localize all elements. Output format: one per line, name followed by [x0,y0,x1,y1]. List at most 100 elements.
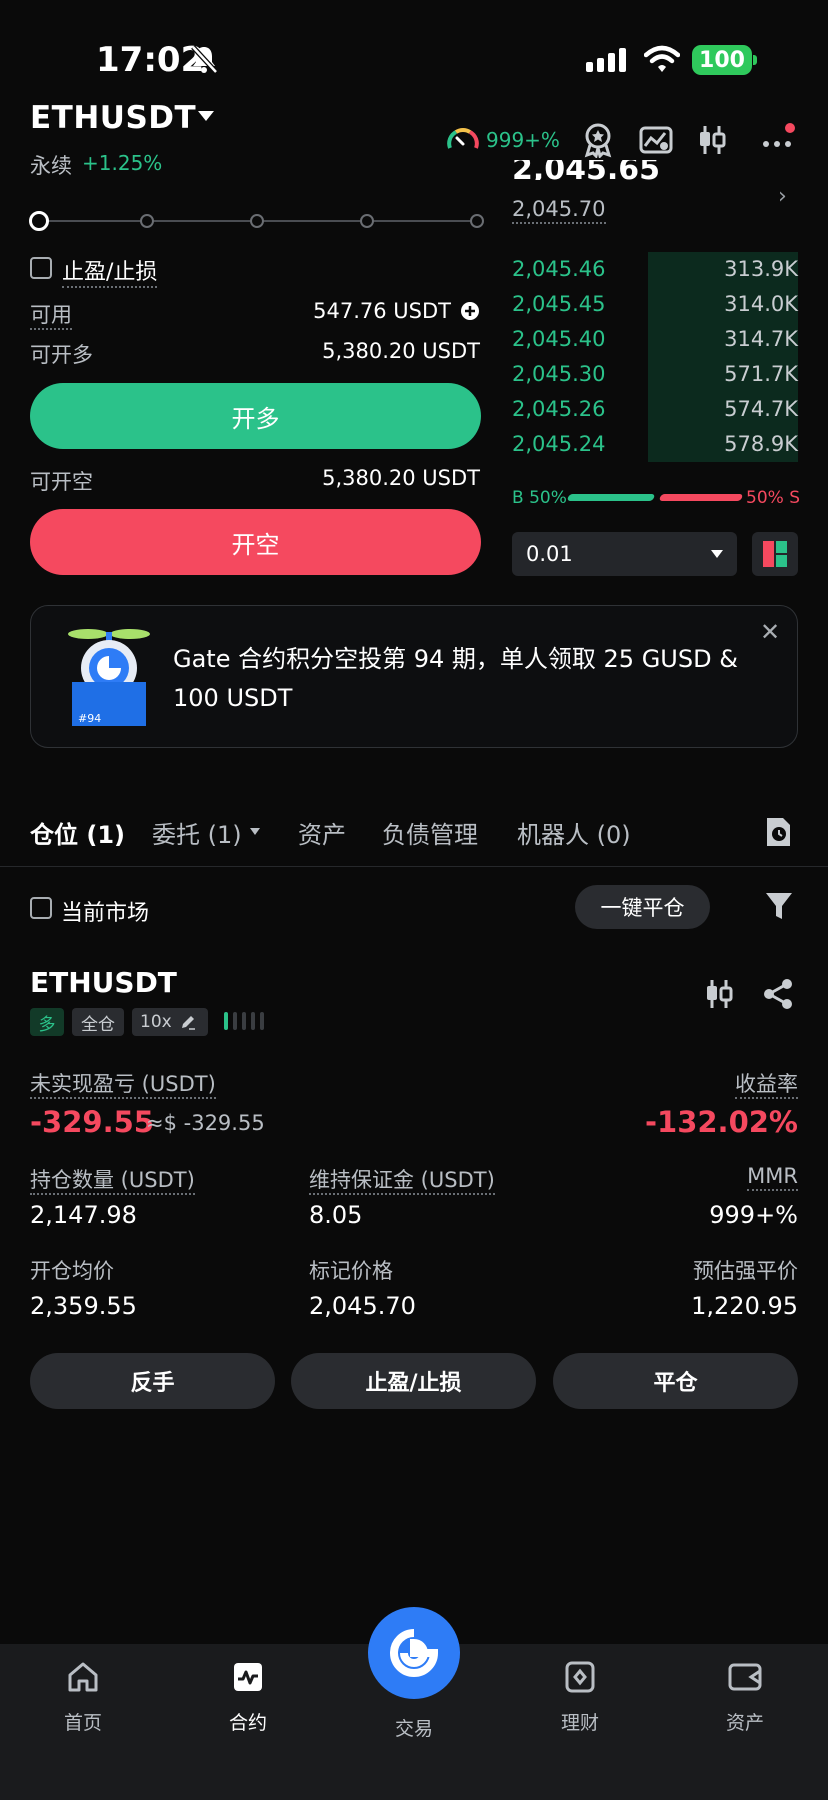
open-long-button[interactable]: 开多 [30,383,481,449]
slider-step[interactable] [140,214,154,228]
close-all-button[interactable]: 一键平仓 [575,885,710,929]
orderbook-row[interactable]: 2,045.26 574.7K [512,391,798,426]
chevron-right-icon[interactable]: › [778,184,787,209]
history-icon[interactable] [764,816,792,848]
wifi-icon [644,45,680,72]
contract-type: 永续 [30,154,72,178]
risk-level-bars [224,1012,264,1030]
orderbook-layout-button[interactable] [752,532,798,576]
nav-home[interactable]: 首页 [33,1660,133,1735]
reverse-button[interactable]: 反手 [30,1353,275,1409]
can-long-label: 可开多 [30,343,93,367]
margin-mode-badge: 全仓 [72,1008,124,1036]
layout-icon [763,541,787,567]
tab-positions[interactable]: 仓位 (1) [30,815,125,850]
risk-gauge-icon[interactable] [446,124,480,154]
bell-muted-icon [191,45,218,74]
can-short-value: 5,380.20 USDT [322,466,480,490]
close-icon[interactable]: ✕ [760,618,780,646]
mmr-value: 999+% [709,1201,798,1229]
tabs-divider [0,866,828,867]
buy-ratio-bar [566,494,656,501]
sell-ratio: 50% S [746,488,800,508]
home-icon [68,1662,98,1692]
futures-chart-icon [234,1663,262,1691]
liq-price-value: 1,220.95 [691,1292,798,1320]
unrealized-pnl-label: 未实现盈亏 (USDT) [30,1068,216,1099]
leverage-badge[interactable]: 10x [132,1008,208,1036]
maint-margin-label: 维持保证金 (USDT) [309,1164,495,1195]
edit-icon [181,1016,195,1030]
tab-liability[interactable]: 负债管理 [382,815,478,850]
entry-price-label: 开仓均价 [30,1259,114,1283]
risk-value[interactable]: 999+% [486,128,560,152]
side-badge: 多 [30,1008,64,1036]
pair-dropdown-icon[interactable] [198,111,214,121]
award-icon[interactable] [580,122,616,158]
gate-logo-icon [390,1629,438,1677]
precision-select[interactable]: 0.01 [512,532,737,576]
unrealized-pnl-usd: ≈$ -329.55 [146,1111,265,1135]
orderbook-row[interactable]: 2,045.45 314.0K [512,286,798,321]
price-change: +1.25% [82,151,163,175]
nav-futures[interactable]: 合约 [198,1660,298,1735]
orderbook-row[interactable]: 2,045.30 571.7K [512,356,798,391]
add-funds-icon[interactable] [460,301,480,321]
unrealized-pnl: -329.55 [30,1105,154,1139]
position-symbol[interactable]: ETHUSDT [30,966,177,999]
trade-fab-button[interactable] [368,1607,460,1699]
pair-title[interactable]: ETHUSDT [30,100,196,136]
sell-ratio-bar [658,494,744,501]
chevron-down-icon [711,550,723,558]
slider-step[interactable] [470,214,484,228]
nav-trade-label[interactable]: 交易 [380,1714,448,1741]
nav-earn[interactable]: 理财 [530,1660,630,1735]
mark-price-value: 2,045.70 [309,1292,416,1320]
last-price: 2,045.65 [512,160,661,180]
filter-icon[interactable] [764,890,794,922]
tpsl-checkbox[interactable] [30,257,52,279]
can-long-value: 5,380.20 USDT [322,339,480,363]
current-market-checkbox[interactable] [30,897,52,919]
mmr-label: MMR [747,1164,798,1191]
mark-price[interactable]: 2,045.70 [512,197,606,224]
battery-indicator: 100 [692,45,752,75]
entry-price-value: 2,359.55 [30,1292,137,1320]
candlestick-icon[interactable] [694,122,730,158]
roe-value: -132.02% [644,1105,798,1139]
mark-price-label: 标记价格 [309,1259,393,1283]
size-label: 持仓数量 (USDT) [30,1164,195,1195]
maint-margin-value: 8.05 [309,1201,363,1229]
tab-assets[interactable]: 资产 [298,815,346,850]
orderbook-row[interactable]: 2,045.24 578.9K [512,426,798,461]
battery-tip [753,55,757,65]
calculator-chart-icon[interactable] [638,122,674,158]
slider-step[interactable] [360,214,374,228]
leverage-slider-knob[interactable] [29,211,49,231]
size-value: 2,147.98 [30,1201,137,1229]
tab-bots[interactable]: 机器人 (0) [517,815,631,850]
promo-banner-text[interactable]: Gate 合约积分空投第 94 期，单人领取 25 GUSD & 100 USD… [173,640,753,718]
orderbook-row[interactable]: 2,045.40 314.7K [512,321,798,356]
close-position-button[interactable]: 平仓 [553,1353,798,1409]
svg-text:#94: #94 [78,712,101,725]
share-icon[interactable] [762,978,794,1010]
available-label: 可用 [30,299,72,330]
airdrop-gift-icon: #94 [68,629,150,726]
buy-ratio: B 50% [512,488,567,508]
nav-assets[interactable]: 资产 [695,1660,795,1735]
signal-icon [586,48,626,72]
roe-label: 收益率 [735,1068,798,1099]
candlestick-icon[interactable] [704,978,734,1010]
tpsl-button[interactable]: 止盈/止损 [291,1353,536,1409]
orderbook-row[interactable]: 2,045.46 313.9K [512,251,798,286]
chevron-down-icon[interactable] [250,828,260,835]
tpsl-label[interactable]: 止盈/止损 [62,254,158,288]
open-short-button[interactable]: 开空 [30,509,481,575]
earn-icon [565,1661,595,1693]
slider-step[interactable] [250,214,264,228]
can-short-label: 可开空 [30,470,93,494]
tab-orders[interactable]: 委托 (1) [152,815,242,850]
more-icon[interactable] [760,122,796,158]
current-market-label[interactable]: 当前市场 [61,895,149,927]
